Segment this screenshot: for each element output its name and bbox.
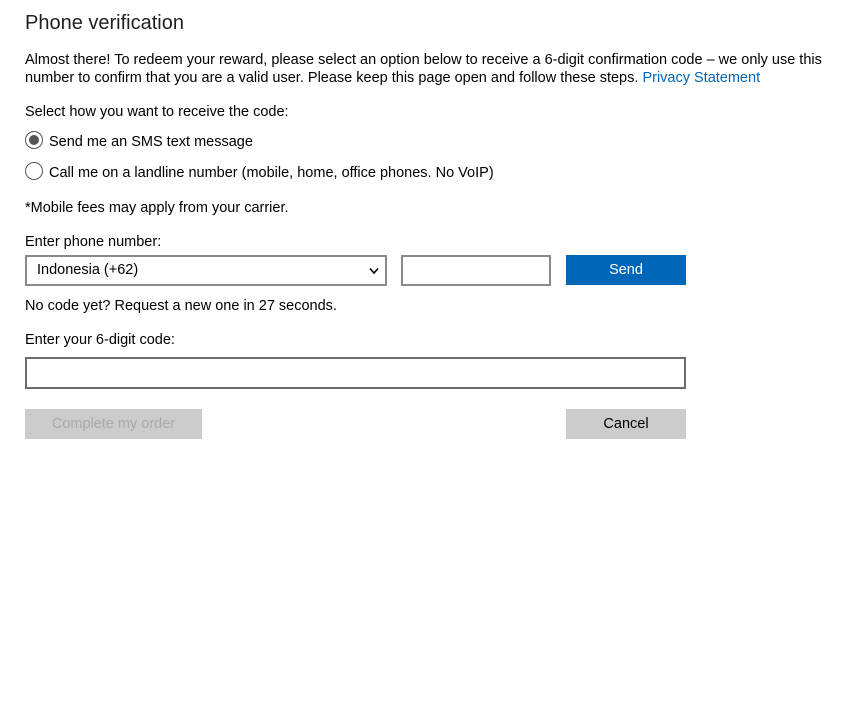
sms-option[interactable]: Send me an SMS text message (25, 131, 253, 150)
code-label: Enter your 6-digit code: (25, 332, 175, 348)
phone-label: Enter phone number: (25, 234, 162, 250)
sms-option-label: Send me an SMS text message (49, 134, 253, 150)
method-prompt: Select how you want to receive the code: (25, 104, 289, 120)
complete-order-button[interactable]: Complete my order (25, 409, 202, 439)
resend-note: No code yet? Request a new one in 27 sec… (25, 298, 337, 314)
landline-radio[interactable] (25, 162, 43, 180)
page-title: Phone verification (25, 12, 184, 34)
landline-option[interactable]: Call me on a landline number (mobile, ho… (25, 162, 494, 181)
send-button[interactable]: Send (566, 255, 686, 285)
fees-note: *Mobile fees may apply from your carrier… (25, 200, 289, 216)
phone-number-input[interactable] (401, 255, 551, 286)
country-select-value: Indonesia (+62) (37, 262, 139, 278)
code-input[interactable] (25, 357, 686, 389)
sms-radio[interactable] (25, 131, 43, 149)
privacy-statement-link[interactable]: Privacy Statement (642, 70, 760, 86)
chevron-down-icon (369, 267, 379, 275)
country-select[interactable]: Indonesia (+62) (25, 255, 387, 286)
landline-option-label: Call me on a landline number (mobile, ho… (49, 165, 494, 181)
intro-paragraph: Almost there! To redeem your reward, ple… (25, 51, 830, 87)
cancel-button[interactable]: Cancel (566, 409, 686, 439)
